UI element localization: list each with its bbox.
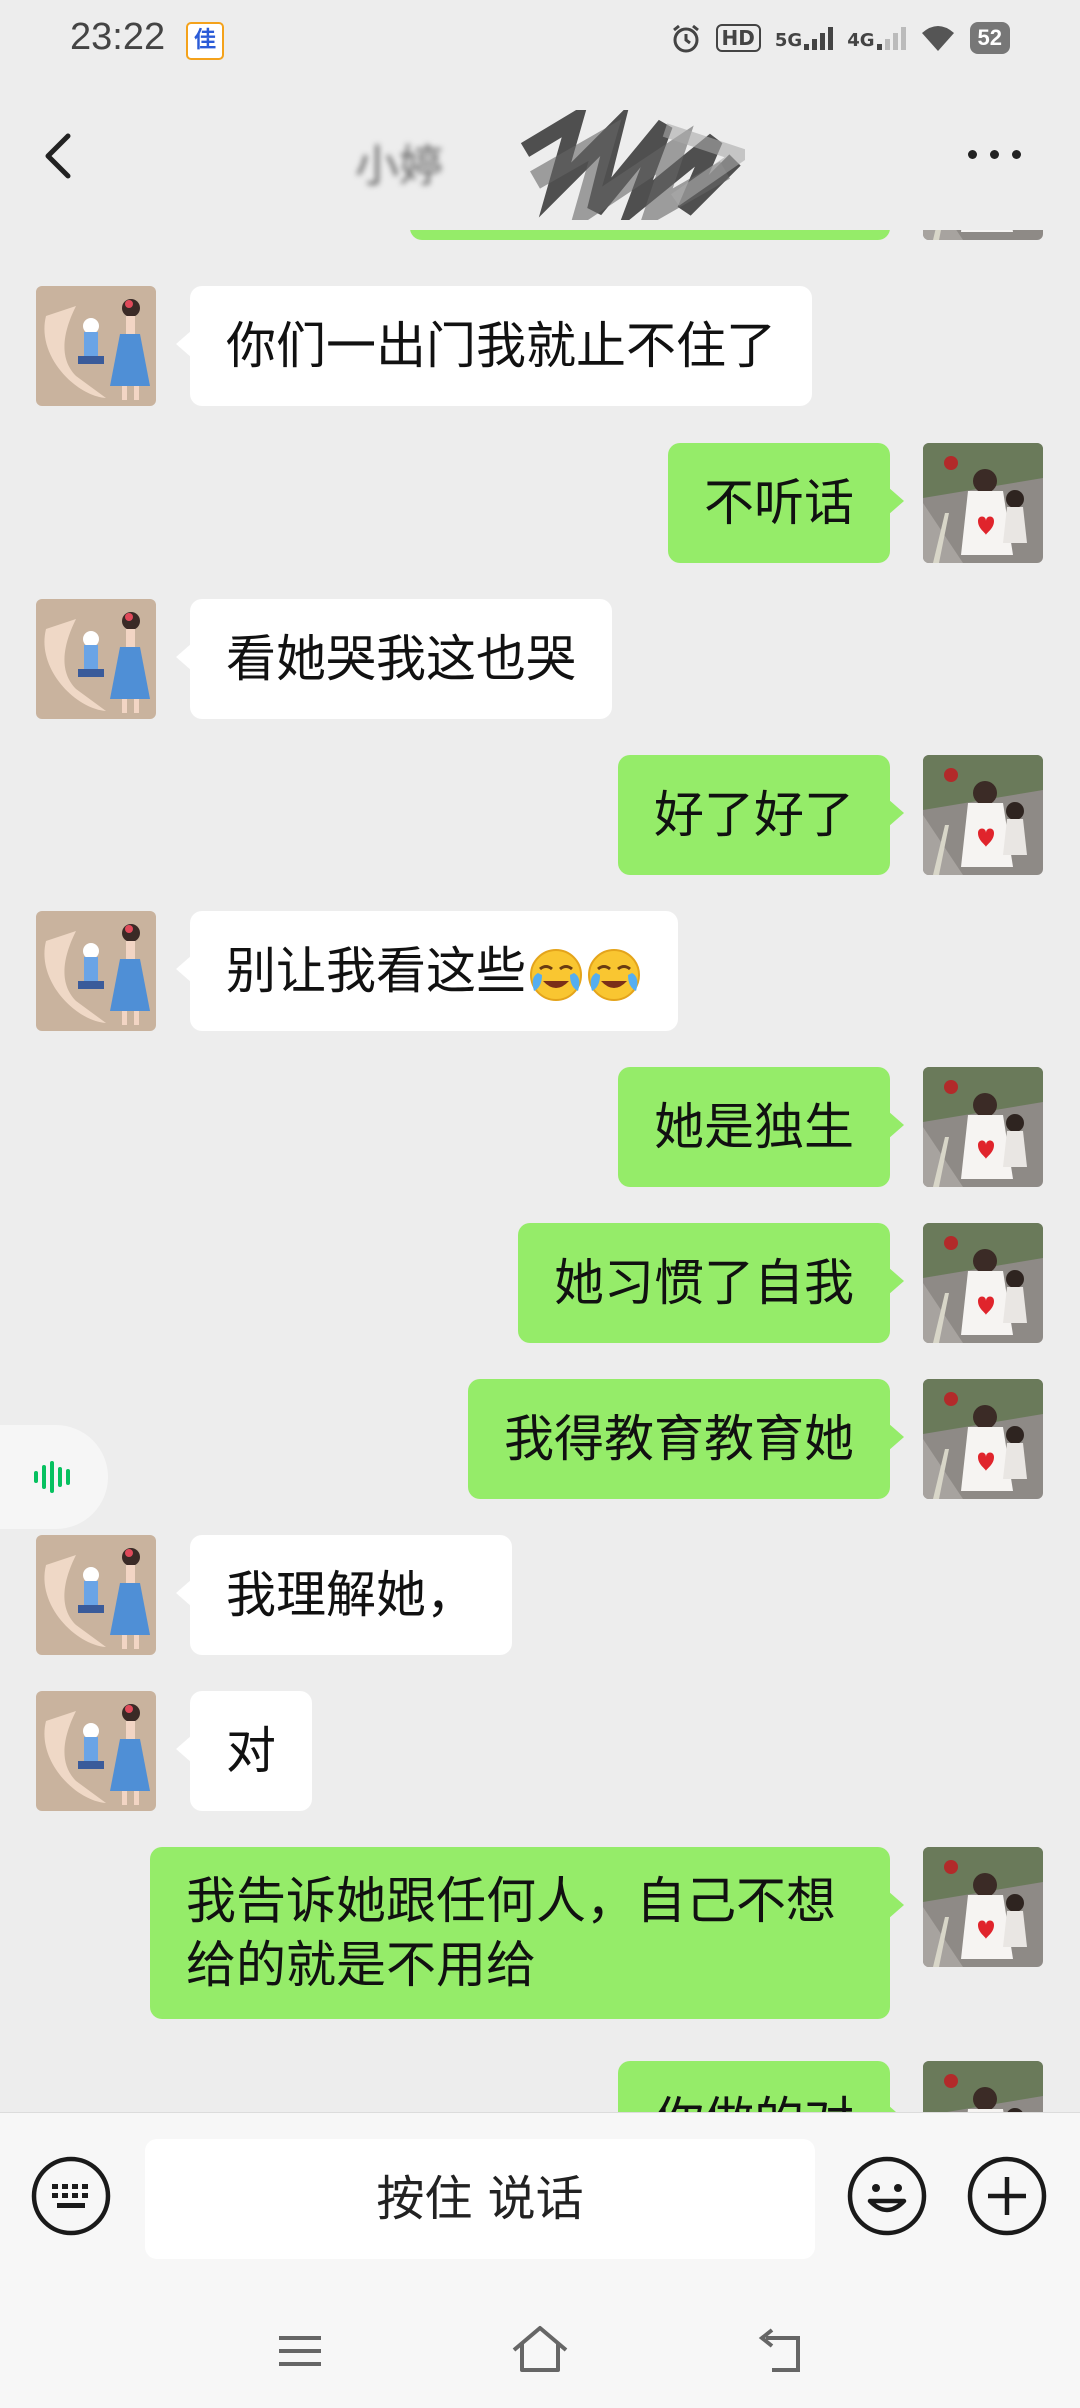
message-partial-top (0, 230, 1080, 280)
message-bubble[interactable]: 看她哭我这也哭 (176, 599, 612, 719)
wifi-icon (921, 26, 954, 51)
message-outgoing: 好了好了 (0, 755, 1080, 877)
message-incoming: 别让我看这些 (0, 911, 1080, 1033)
hold-to-talk-button[interactable]: 按住 说话 (145, 2139, 815, 2259)
message-bubble[interactable]: 你们一出门我就止不住了 (176, 286, 812, 406)
message-bubble[interactable]: 好了好了 (618, 755, 904, 875)
keyboard-icon[interactable] (30, 2155, 112, 2237)
chat-input-bar: 按住 说话 (0, 2112, 1080, 2289)
loudly-crying-face-icon (528, 947, 584, 1003)
plus-icon[interactable] (966, 2155, 1048, 2237)
signal-5g-icon: 5G (775, 26, 834, 50)
contact-avatar[interactable] (36, 599, 156, 719)
my-avatar[interactable] (923, 1223, 1043, 1343)
message-bubble[interactable]: 她习惯了自我 (518, 1223, 904, 1343)
my-avatar[interactable] (923, 443, 1043, 563)
status-bar: 23:22 佳 HD 5G 4G 52 (0, 0, 1080, 80)
status-time: 23:22 (70, 16, 166, 58)
my-avatar[interactable] (923, 230, 1043, 240)
message-incoming: 对 (0, 1691, 1080, 1813)
chat-header: 小婷 (0, 80, 1080, 230)
redaction-scribble (520, 110, 745, 220)
chat-title-area: 小婷 (355, 110, 755, 220)
message-outgoing: 她习惯了自我 (0, 1223, 1080, 1345)
chat-title: 小婷 (355, 141, 443, 192)
more-dots-icon[interactable] (960, 140, 1030, 170)
message-outgoing: 我告诉她跟任何人，自己不想给的就是不用给 (0, 1847, 1080, 2027)
home-icon[interactable] (508, 2320, 572, 2378)
contact-avatar[interactable] (36, 1535, 156, 1655)
my-avatar[interactable] (923, 1067, 1043, 1187)
loudly-crying-face-icon (586, 947, 642, 1003)
chat-area[interactable]: 你们一出门我就止不住了 不听话 看她哭我这也哭 好了好了 别让我看这些 她是独生… (0, 230, 1080, 2112)
status-icons: HD 5G 4G 52 (670, 18, 1010, 58)
signal-4g-icon: 4G (847, 26, 906, 50)
message-incoming: 看她哭我这也哭 (0, 599, 1080, 721)
message-bubble[interactable]: 不听话 (668, 443, 904, 563)
battery-icon: 52 (969, 22, 1010, 54)
message-outgoing: 你做的对 (0, 2061, 1080, 2112)
my-avatar[interactable] (923, 1379, 1043, 1499)
my-avatar[interactable] (923, 1847, 1043, 1967)
back-arrow-icon[interactable] (30, 118, 90, 194)
message-bubble-with-emoji[interactable]: 别让我看这些 (176, 911, 678, 1031)
message-bubble[interactable]: 我得教育教育她 (468, 1379, 904, 1499)
message-incoming: 你们一出门我就止不住了 (0, 286, 1080, 408)
my-avatar[interactable] (923, 755, 1043, 875)
emoji-icon[interactable] (846, 2155, 928, 2237)
message-bubble[interactable]: 你做的对 (618, 2061, 904, 2112)
message-bubble[interactable]: 我理解她， (176, 1535, 512, 1655)
menu-icon[interactable] (275, 2326, 325, 2376)
message-text: 别让我看这些 (226, 942, 526, 1000)
contact-avatar[interactable] (36, 286, 156, 406)
alarm-icon (672, 24, 699, 53)
message-incoming: 我理解她， (0, 1535, 1080, 1657)
back-icon[interactable] (752, 2322, 808, 2378)
system-nav-bar (0, 2288, 1080, 2408)
message-bubble[interactable]: 她是独生 (618, 1067, 904, 1187)
message-bubble[interactable]: 对 (176, 1691, 312, 1811)
my-avatar[interactable] (923, 2061, 1043, 2112)
app-notification-icon: 佳 (186, 22, 224, 60)
hd-icon: HD (715, 24, 761, 52)
voice-floating-button[interactable] (0, 1425, 108, 1529)
contact-avatar[interactable] (36, 1691, 156, 1811)
message-outgoing: 不听话 (0, 443, 1080, 565)
message-outgoing: 我得教育教育她 (0, 1379, 1080, 1501)
message-outgoing: 她是独生 (0, 1067, 1080, 1189)
contact-avatar[interactable] (36, 911, 156, 1031)
message-bubble[interactable]: 我告诉她跟任何人，自己不想给的就是不用给 (150, 1847, 904, 2019)
voice-wave-icon (34, 1461, 70, 1493)
